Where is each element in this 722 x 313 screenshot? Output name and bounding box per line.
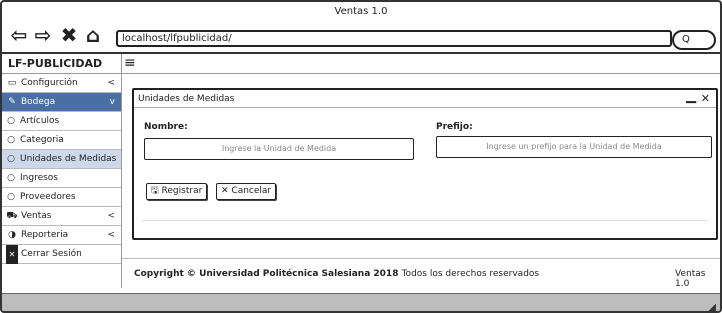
prefijo-label: Prefijo:	[436, 122, 473, 132]
sidebar: ▭ Configurción < ✎ Bodega v ○ Artículos …	[2, 74, 122, 288]
sidebar-item-label: Artículos	[20, 115, 60, 126]
minimize-icon[interactable]: ▁	[686, 88, 696, 106]
url-input[interactable]: localhost/lfpublicidad/	[116, 30, 672, 47]
footer-rights: Todos los derechos reservados	[401, 269, 540, 279]
circle-icon: ○	[7, 115, 15, 126]
home-icon[interactable]: ⌂	[82, 24, 104, 46]
circle-icon: ○	[7, 172, 15, 183]
chevron-left-icon: <	[107, 78, 115, 88]
close-icon[interactable]: ✕	[701, 90, 710, 108]
cart-icon: ⛟	[6, 210, 18, 221]
sidebar-item-label: Configurción	[21, 77, 78, 88]
card-header: Unidades de Medidas ▁ ✕	[134, 88, 716, 108]
sidebar-item-label: Reporteria	[21, 229, 69, 240]
sidebar-item-label: Cerrar Sesión	[21, 248, 82, 259]
prefijo-input[interactable]: Ingrese un prefijo para la Unidad de Med…	[436, 136, 712, 158]
resize-handle-icon[interactable]: ◢	[708, 302, 716, 311]
cancel-button-label: Cancelar	[231, 186, 272, 196]
status-bar: ◢	[2, 293, 720, 311]
footer-copyright: Copyright © Universidad Politécnica Sale…	[134, 269, 539, 279]
circle-icon: ○	[7, 134, 15, 145]
chevron-left-icon: <	[107, 230, 115, 240]
header-divider	[122, 73, 720, 74]
sidebar-item-categoria[interactable]: ○ Categoria	[2, 131, 121, 150]
window-title: Ventas 1.0	[334, 6, 388, 17]
browser-search-input[interactable]: Q	[672, 30, 716, 50]
nombre-label: Nombre:	[144, 122, 188, 132]
card-title: Unidades de Medidas	[138, 94, 235, 104]
sidebar-item-cerrar-sesion[interactable]: ✕ Cerrar Sesión	[2, 244, 121, 264]
pie-icon: ◑	[8, 229, 16, 240]
sidebar-item-configuracion[interactable]: ▭ Configurción <	[2, 74, 121, 93]
circle-icon: ○	[7, 153, 15, 164]
copyright-text: Copyright	[134, 269, 184, 279]
monitor-icon: ▭	[7, 77, 17, 88]
edit-icon: ✎	[8, 96, 16, 107]
sidebar-item-label: Categoria	[20, 134, 64, 145]
chevron-down-icon: v	[109, 97, 115, 107]
cancel-button[interactable]: ✕ Cancelar	[216, 183, 277, 200]
copyright-icon: ©	[186, 269, 196, 279]
sidebar-item-proveedores[interactable]: ○ Proveedores	[2, 188, 121, 207]
register-button-label: Registrar	[161, 186, 203, 196]
sidebar-item-label: Proveedores	[20, 191, 76, 202]
sidebar-item-bodega[interactable]: ✎ Bodega v	[2, 93, 121, 112]
logout-icon: ✕	[6, 244, 18, 264]
footer-version: Ventas 1.0	[675, 269, 706, 289]
hamburger-menu-icon[interactable]: ≡	[124, 56, 138, 70]
unidades-card: Unidades de Medidas ▁ ✕ Nombre: Ingrese …	[132, 88, 718, 240]
sidebar-item-label: Unidades de Medidas	[20, 153, 117, 164]
chevron-left-icon: <	[107, 211, 115, 221]
sidebar-item-reporteria[interactable]: ◑ Reporteria <	[2, 226, 121, 245]
circle-icon: ○	[7, 191, 15, 202]
close-x-icon[interactable]: ✖	[58, 24, 80, 46]
back-arrow-icon[interactable]: ⇦	[8, 24, 30, 46]
form-divider	[142, 220, 708, 221]
sidebar-item-label: Ingresos	[20, 172, 58, 183]
app-brand: LF-PUBLICIDAD	[2, 54, 122, 74]
sidebar-item-label: Ventas	[21, 210, 52, 221]
sidebar-item-unidades-de-medidas[interactable]: ○ Unidades de Medidas	[2, 150, 121, 169]
sidebar-item-ingresos[interactable]: ○ Ingresos	[2, 169, 121, 188]
sidebar-item-articulos[interactable]: ○ Artículos	[2, 112, 121, 131]
footer-org: Universidad Politécnica Salesiana 2018	[199, 269, 399, 279]
forward-arrow-icon[interactable]: ⇨	[32, 24, 54, 46]
app-window: Ventas 1.0 ⇦ ⇨ ✖ ⌂ localhost/lfpublicida…	[0, 0, 722, 313]
browser-nav-bar: ⇦ ⇨ ✖ ⌂ localhost/lfpublicidad/ Q	[2, 20, 720, 54]
nombre-input[interactable]: Ingrese la Unidad de Medida	[144, 138, 414, 160]
save-icon: 🖫	[151, 186, 159, 196]
cancel-x-icon: ✕	[221, 186, 229, 196]
register-button[interactable]: 🖫 Registrar	[146, 183, 208, 200]
sidebar-item-label: Bodega	[21, 96, 56, 107]
footer-divider	[122, 258, 720, 259]
sidebar-item-ventas[interactable]: ⛟ Ventas <	[2, 207, 121, 226]
